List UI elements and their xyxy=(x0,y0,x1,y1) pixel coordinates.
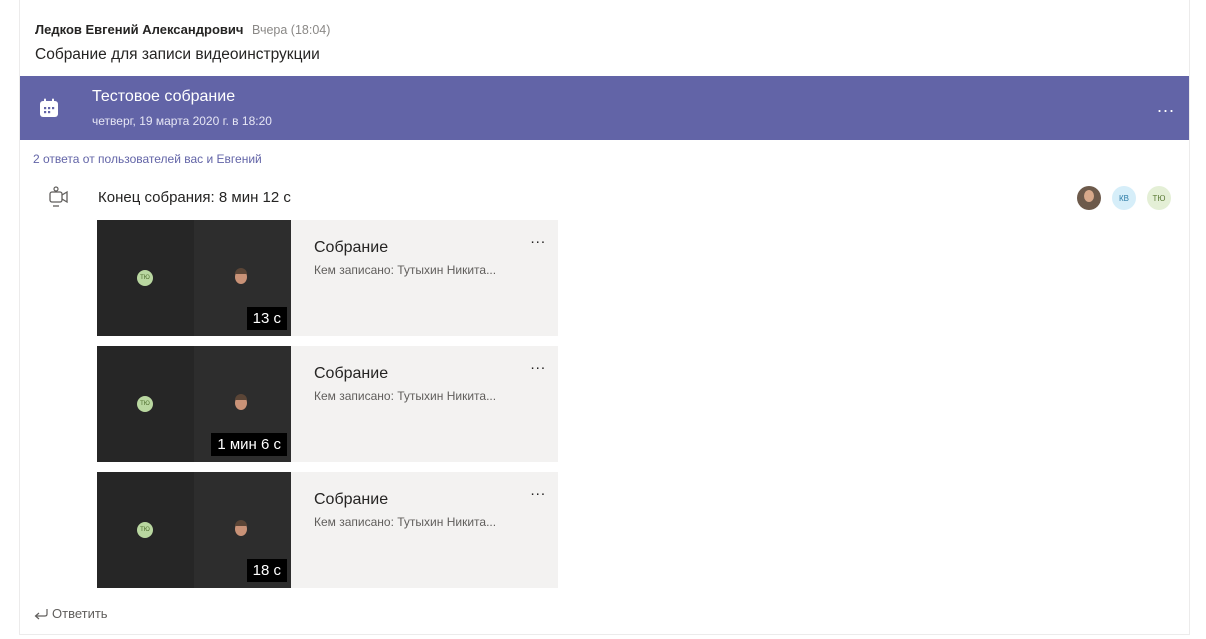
conversation-card: Ледков Евгений Александрович Вчера (18:0… xyxy=(19,0,1190,635)
recording-thumbnail[interactable]: ТЮ 1 мин 6 с xyxy=(97,346,291,462)
calendar-icon xyxy=(40,98,58,117)
thumbnail-face xyxy=(235,268,247,284)
participant-avatar-photo[interactable] xyxy=(1077,186,1101,210)
participant-avatars: КВ ТЮ xyxy=(1066,186,1171,210)
recording-more-button[interactable]: ... xyxy=(530,482,546,499)
thumbnail-avatar: ТЮ xyxy=(137,522,153,538)
thumbnail-face xyxy=(235,520,247,536)
reply-arrow-icon xyxy=(34,608,48,619)
meeting-banner[interactable]: Тестовое собрание четверг, 19 марта 2020… xyxy=(20,76,1189,140)
post-author[interactable]: Ледков Евгений Александрович xyxy=(35,22,243,37)
recording-duration: 18 с xyxy=(246,559,287,582)
meeting-date: четверг, 19 марта 2020 г. в 18:20 xyxy=(92,114,272,128)
participant-avatar-kv[interactable]: КВ xyxy=(1112,186,1136,210)
recording-author: Кем записано: Тутыхин Никита... xyxy=(314,515,497,529)
meeting-more-button[interactable]: ... xyxy=(1157,96,1175,117)
recording-card[interactable]: ТЮ 1 мин 6 с Собрание Кем записано: Туты… xyxy=(97,346,558,462)
recording-card[interactable]: ТЮ 13 с Собрание Кем записано: Тутыхин Н… xyxy=(97,220,558,336)
recording-author: Кем записано: Тутыхин Никита... xyxy=(314,263,497,277)
thumbnail-avatar: ТЮ xyxy=(137,396,153,412)
recording-thumbnail[interactable]: ТЮ 13 с xyxy=(97,220,291,336)
recording-more-button[interactable]: ... xyxy=(530,356,546,373)
post-time: Вчера (18:04) xyxy=(252,23,331,37)
recording-more-button[interactable]: ... xyxy=(530,230,546,247)
meeting-end-row: Конец собрания: 8 мин 12 с КВ ТЮ xyxy=(20,186,1189,214)
recording-title[interactable]: Собрание xyxy=(314,239,388,257)
participant-avatar-tu[interactable]: ТЮ xyxy=(1147,186,1171,210)
recording-card[interactable]: ТЮ 18 с Собрание Кем записано: Тутыхин Н… xyxy=(97,472,558,588)
replies-link[interactable]: 2 ответа от пользователей вас и Евгений xyxy=(33,152,262,166)
meeting-end-label: Конец собрания: 8 мин 12 с xyxy=(98,189,291,206)
thumbnail-face xyxy=(235,394,247,410)
recording-title[interactable]: Собрание xyxy=(314,365,388,383)
post-header: Ледков Евгений Александрович Вчера (18:0… xyxy=(35,22,330,37)
reply-label: Ответить xyxy=(52,606,108,621)
recording-thumbnail[interactable]: ТЮ 18 с xyxy=(97,472,291,588)
reply-button[interactable]: Ответить xyxy=(33,606,108,621)
recording-author: Кем записано: Тутыхин Никита... xyxy=(314,389,497,403)
meeting-title[interactable]: Тестовое собрание xyxy=(92,88,235,106)
thumbnail-avatar: ТЮ xyxy=(137,270,153,286)
recording-duration: 13 с xyxy=(246,307,287,330)
meeting-ended-icon xyxy=(49,186,68,207)
recording-duration: 1 мин 6 с xyxy=(211,433,287,456)
post-subject: Собрание для записи видеоинструкции xyxy=(35,46,320,63)
recording-title[interactable]: Собрание xyxy=(314,491,388,509)
